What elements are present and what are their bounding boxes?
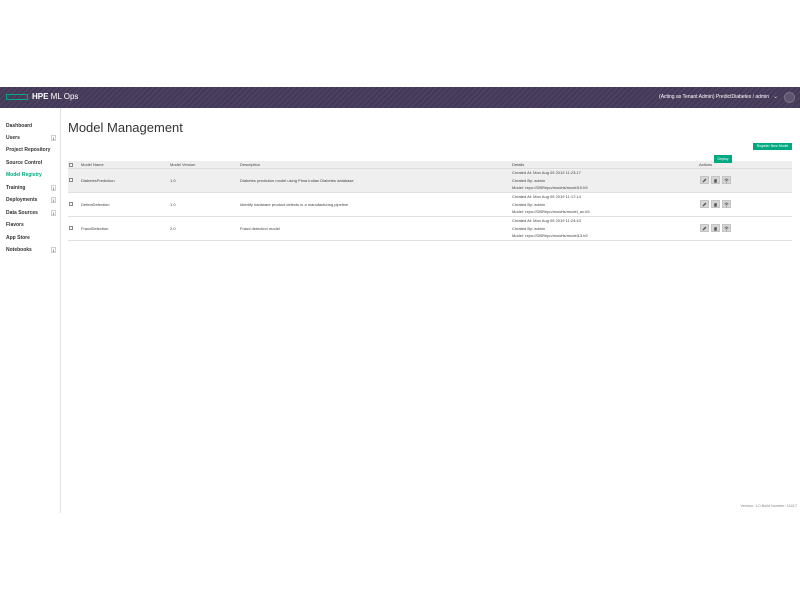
count-badge: 1 <box>51 135 56 141</box>
sidebar-item-deployments[interactable]: Deployments 1 <box>6 196 58 205</box>
main-content: Model Management Register New Model Mode… <box>61 108 800 513</box>
row-checkbox[interactable] <box>69 178 73 182</box>
deploy-tooltip: Deploy <box>714 155 732 163</box>
table-row[interactable]: DiabetesPrediction 1.0 Diabetes predicti… <box>68 169 792 193</box>
model-version: 1.0 <box>170 178 176 183</box>
trash-icon <box>714 227 717 231</box>
pencil-icon <box>702 178 707 183</box>
count-badge: 1 <box>51 210 56 216</box>
chevron-down-icon[interactable]: ⌄ <box>773 93 778 101</box>
page-title: Model Management <box>68 120 183 135</box>
delete-button[interactable] <box>711 200 720 208</box>
version-footer: Version: 1.0 Build Number: 11617 <box>740 504 798 508</box>
brand-title: HPE ML Ops <box>32 92 79 101</box>
column-header-actions: Actions <box>699 162 713 167</box>
trash-icon <box>714 203 717 207</box>
model-details: Created At: Mon Aug 05 2019 11:17:14 Cre… <box>512 193 590 216</box>
count-badge: 1 <box>51 247 56 253</box>
hpe-logo-icon[interactable] <box>6 94 28 100</box>
column-header-model-version: Model Version <box>170 162 196 167</box>
created-at: Created At: Mon Aug 05 2019 11:17:14 <box>512 194 581 199</box>
created-at: Created At: Mon Aug 05 2019 11:23:17 <box>512 170 581 175</box>
model-details: Created At: Mon Aug 05 2019 11:23:17 Cre… <box>512 169 588 192</box>
pencil-icon <box>702 202 707 207</box>
sidebar-item-source-control[interactable]: Source Control <box>6 159 58 168</box>
deploy-button[interactable] <box>722 176 731 184</box>
delete-button[interactable] <box>711 224 720 232</box>
edit-button[interactable] <box>700 224 709 232</box>
created-by: Created By: admin <box>512 201 546 207</box>
model-description: Fraud detection model <box>240 226 280 231</box>
created-by: Created By: admin <box>512 177 546 183</box>
register-new-model-button[interactable]: Register New Model <box>753 143 792 150</box>
sidebar-item-project-repository[interactable]: Project Repository <box>6 146 58 155</box>
tenant-user-label: (Acting as Tenant Admin) PredictDiabetes… <box>659 94 769 100</box>
edit-button[interactable] <box>700 200 709 208</box>
deploy-button[interactable] <box>722 224 731 232</box>
column-header-details: Details <box>512 162 525 167</box>
model-name: DiabetesPrediction <box>81 178 115 183</box>
deploy-icon <box>724 226 729 231</box>
deploy-button[interactable] <box>722 200 731 208</box>
sidebar-item-users[interactable]: Users 1 <box>6 134 58 143</box>
created-at: Created At: Mon Aug 05 2019 11:24:43 <box>512 218 581 223</box>
model-details: Created At: Mon Aug 05 2019 11:24:43 Cre… <box>512 217 588 240</box>
row-checkbox[interactable] <box>69 202 73 206</box>
model-version: 1.0 <box>170 202 176 207</box>
pencil-icon <box>702 226 707 231</box>
row-checkbox[interactable] <box>69 226 73 230</box>
sidebar-item-notebooks[interactable]: Notebooks 1 <box>6 246 58 255</box>
model-name: FraudDetection <box>81 226 109 231</box>
count-badge: 1 <box>51 197 56 203</box>
trash-icon <box>714 179 717 183</box>
table-row[interactable]: DefectDetection 1.0 Identify hardware pr… <box>68 193 792 217</box>
model-path: Model: repo://DBRepo/models/model10.h5 <box>512 185 588 191</box>
app-window: HPE ML Ops (Acting as Tenant Admin) Pred… <box>0 87 800 513</box>
avatar[interactable] <box>784 92 795 103</box>
column-header-description: Description <box>240 162 261 167</box>
model-description: Identify hardware product defects in a m… <box>240 202 349 207</box>
sidebar-item-training[interactable]: Training 1 <box>6 184 58 193</box>
sidebar-item-app-store[interactable]: App Store <box>6 234 58 243</box>
model-name: DefectDetection <box>81 202 110 207</box>
models-table: Model Name Model Version Description Det… <box>68 161 792 241</box>
deploy-icon <box>724 178 729 183</box>
select-all-checkbox[interactable] <box>69 162 73 167</box>
sidebar-item-data-sources[interactable]: Data Sources 1 <box>6 209 58 218</box>
sidebar-item-flavors[interactable]: Flavors <box>6 221 58 230</box>
sidebar-item-model-registry[interactable]: Model Registry <box>6 171 58 180</box>
sidebar-item-dashboard[interactable]: Dashboard <box>6 122 58 131</box>
delete-button[interactable] <box>711 176 720 184</box>
model-description: Diabetes prediction model using Pima Ind… <box>240 178 354 183</box>
model-version: 2.0 <box>170 226 176 231</box>
model-path: Model: repo://DBRepo/models/model_ac.h5 <box>512 209 590 215</box>
top-bar: HPE ML Ops (Acting as Tenant Admin) Pred… <box>0 87 800 108</box>
model-path: Model: repo://DBRepo/models/model13.h5 <box>512 233 588 239</box>
created-by: Created By: admin <box>512 225 546 231</box>
column-header-model-name: Model Name <box>81 162 104 167</box>
deploy-icon <box>724 202 729 207</box>
sidebar: Dashboard Users 1 Project Repository Sour… <box>0 108 61 513</box>
table-header: Model Name Model Version Description Det… <box>68 161 792 169</box>
count-badge: 1 <box>51 185 56 191</box>
table-row[interactable]: FraudDetection 2.0 Fraud detection model… <box>68 217 792 241</box>
edit-button[interactable] <box>700 176 709 184</box>
